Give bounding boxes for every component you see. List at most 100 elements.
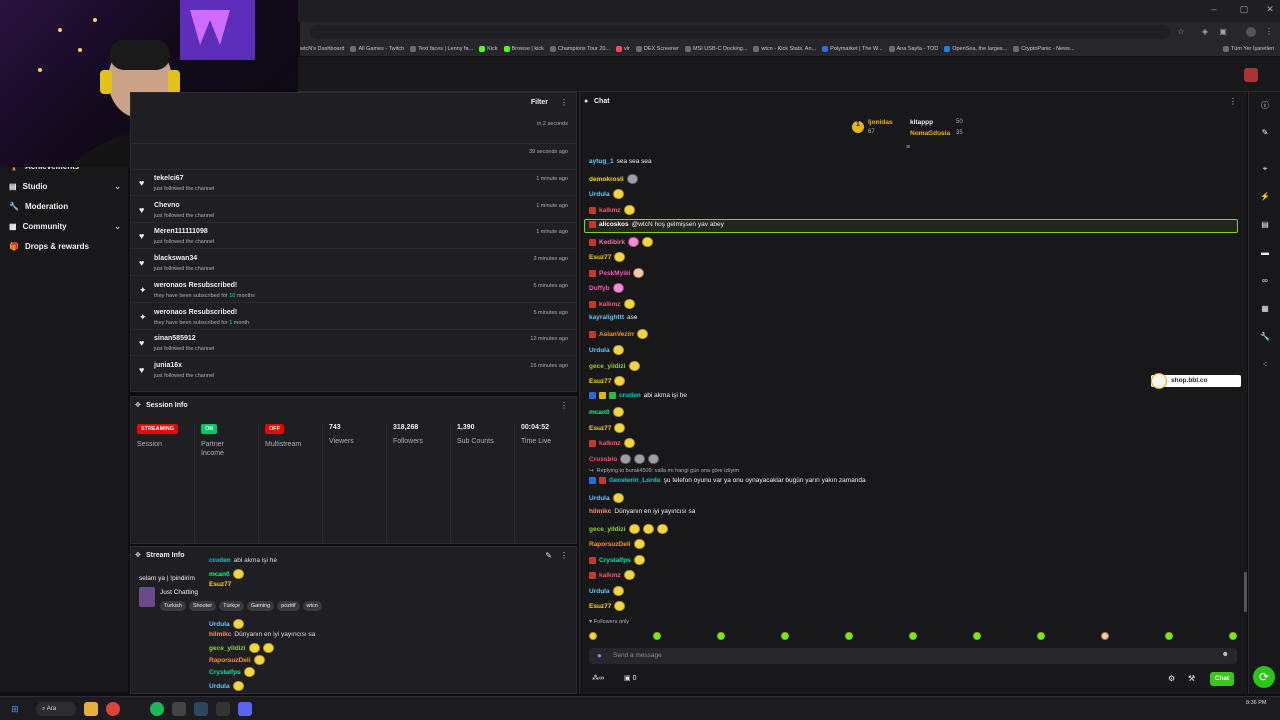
activity-item[interactable]: ✦ weronaos Resubscribed! they have been su… <box>131 277 576 303</box>
activity-item[interactable]: ♥ sinan585912 just followed the channel 12 … <box>131 330 576 356</box>
chrome-icon[interactable] <box>106 702 120 716</box>
extension-icon[interactable]: ◈ <box>1200 27 1210 37</box>
address-bar[interactable] <box>310 25 1170 39</box>
bookmark[interactable]: Polymarket | The W... <box>822 46 888 52</box>
raid-icon[interactable]: ∞ <box>1259 276 1271 288</box>
emote-icon[interactable] <box>589 632 597 640</box>
tag[interactable]: Shooter <box>188 601 217 611</box>
emote-icon[interactable] <box>909 632 917 640</box>
bookmark[interactable]: Champions Tour 20... <box>549 46 616 52</box>
taskbar-search[interactable]: ⌕ Ara <box>36 702 76 716</box>
more-options-icon[interactable]: ⋮ <box>1229 97 1237 106</box>
bookmark[interactable]: DEX Screener <box>635 46 685 52</box>
send-chat-button[interactable]: Chat <box>1210 672 1234 686</box>
settings-icon[interactable]: ⚙ <box>1168 674 1175 683</box>
emote-icon[interactable] <box>1165 632 1173 640</box>
more-options-icon[interactable]: ⋮ <box>560 98 568 107</box>
emote-icon[interactable] <box>1229 632 1237 640</box>
clipboard-icon[interactable]: ▤ <box>1259 220 1271 232</box>
info-icon[interactable]: ⓘ <box>1259 100 1271 112</box>
bookmark[interactable]: wtcn - Kick Stats, An... <box>753 46 822 52</box>
edit-icon[interactable]: ✎ <box>545 551 552 560</box>
share-icon[interactable]: ⁖ <box>1259 360 1271 372</box>
partner-income-badge[interactable]: ON <box>201 424 218 434</box>
scrollbar[interactable] <box>1244 572 1247 612</box>
bookmark[interactable]: Ana Sayfa - TOD <box>888 46 945 52</box>
activity-time: 39 seconds ago <box>529 149 568 155</box>
bookmark[interactable]: Text faces | Lenny fa... <box>410 46 479 52</box>
activity-item[interactable]: ✦ weronaos Resubscribed! they have been su… <box>131 304 576 330</box>
emote-picker-icon[interactable]: ☻ <box>1222 651 1229 658</box>
sidebar-item-drops[interactable]: 🎁 Drops & rewards <box>9 242 121 251</box>
app-icon[interactable] <box>216 702 230 716</box>
activity-item[interactable]: ♥ Meren111111098 just followed the channel… <box>131 223 576 249</box>
bookmark[interactable]: Kick <box>479 46 503 52</box>
filter-button[interactable]: Filter <box>531 99 548 106</box>
drag-handle-icon[interactable]: ✥ <box>135 401 141 409</box>
menu-dots-icon[interactable]: ⋮ <box>1264 27 1274 37</box>
target-icon[interactable]: ⌖ <box>1259 164 1271 176</box>
chat-input[interactable]: ● Send a message ☻ <box>589 648 1237 664</box>
close-icon[interactable]: ✕ <box>1264 4 1276 16</box>
points-display[interactable]: ▣ 0 <box>624 674 636 682</box>
mod-tools-icon[interactable]: ⚒ <box>1188 674 1195 683</box>
wrench-icon[interactable]: 🔧 <box>1259 332 1271 344</box>
bookmark[interactable]: MSI USB-C Docking... <box>685 46 753 52</box>
category-box-art <box>139 587 155 607</box>
tag[interactable]: Turkish <box>160 601 186 611</box>
multistream-badge[interactable]: OFF <box>265 424 284 434</box>
activity-item[interactable]: ♥ junia16x just followed the channel 15 min… <box>131 357 576 383</box>
leaderboard-name[interactable]: kitappp <box>910 119 933 126</box>
emote-icon[interactable] <box>973 632 981 640</box>
emote-icon[interactable] <box>653 632 661 640</box>
spotify-icon[interactable] <box>150 702 164 716</box>
tag[interactable]: Türkçe <box>219 601 244 611</box>
edit-icon[interactable]: ✎ <box>1259 128 1271 140</box>
more-options-icon[interactable]: ⋮ <box>560 551 568 560</box>
tag[interactable]: Gaming <box>246 601 275 611</box>
emote-icon[interactable] <box>717 632 725 640</box>
lightning-icon[interactable]: ⚡ <box>1259 192 1271 204</box>
calendar-icon[interactable]: ▦ <box>1259 304 1271 316</box>
bookmark[interactable]: CryptoPanic - News... <box>1013 46 1080 52</box>
app-icon[interactable] <box>172 702 186 716</box>
star-icon[interactable]: ☆ <box>1176 27 1186 37</box>
discord-icon[interactable] <box>238 702 252 716</box>
all-bookmarks[interactable]: Tüm Yer İşaretleri <box>1222 46 1280 52</box>
profile-avatar[interactable] <box>1246 27 1256 37</box>
emote-icon[interactable] <box>845 632 853 640</box>
maximize-icon[interactable]: ▢ <box>1238 4 1250 16</box>
bookmark[interactable]: All Games - Twitch <box>350 46 410 52</box>
emote-icon[interactable] <box>1101 632 1109 640</box>
leaderboard-name[interactable]: NomaGdusia <box>910 130 950 137</box>
collapse-icon[interactable]: ≡ <box>906 144 910 151</box>
bookmark[interactable]: Browse | kick <box>503 46 550 52</box>
activity-item[interactable]: ♥ blackswan34 just followed the channel 2 m… <box>131 250 576 276</box>
activity-item[interactable]: ♥ tekelci67 just followed the channel 1 min… <box>131 170 576 196</box>
minimize-icon[interactable]: – <box>1208 4 1220 16</box>
activity-item[interactable]: ♥ Chevno just followed the channel 1 minute… <box>131 197 576 223</box>
chat-icon[interactable]: ▬ <box>1259 248 1271 260</box>
emote-icon[interactable] <box>1037 632 1045 640</box>
bookmark[interactable]: vlr <box>616 46 636 52</box>
more-options-icon[interactable]: ⋮ <box>560 401 568 410</box>
sidebar-item-community[interactable]: ▦ Community ⌄ <box>9 222 121 231</box>
bookmark[interactable]: wtcN's Dashboard <box>300 46 350 52</box>
bookmark[interactable]: OpenSea, the larges... <box>944 46 1013 52</box>
file-explorer-icon[interactable] <box>84 702 98 716</box>
puzzle-icon[interactable]: ▣ <box>1218 27 1228 37</box>
sidebar-item-moderation[interactable]: 🔧 Moderation <box>9 202 121 211</box>
sidebar-item-studio[interactable]: ▤ Studio ⌄ <box>9 182 121 191</box>
tag[interactable]: pozitif <box>277 601 300 611</box>
drag-handle-icon[interactable]: ✥ <box>135 551 141 559</box>
mic-icon[interactable]: ● <box>597 651 602 660</box>
user-avatar[interactable] <box>1244 68 1258 82</box>
emote-icon[interactable] <box>781 632 789 640</box>
leaderboard-name[interactable]: ljonidas <box>868 119 893 126</box>
channel-points-icon[interactable]: ⁂∞ <box>592 674 604 682</box>
panel-title: Session Info <box>146 402 188 409</box>
tag[interactable]: wtcn <box>302 601 322 611</box>
kick-logo-icon[interactable]: ⟳ <box>1253 666 1275 688</box>
windows-start-icon[interactable]: ⊞ <box>8 702 22 716</box>
steam-icon[interactable] <box>194 702 208 716</box>
